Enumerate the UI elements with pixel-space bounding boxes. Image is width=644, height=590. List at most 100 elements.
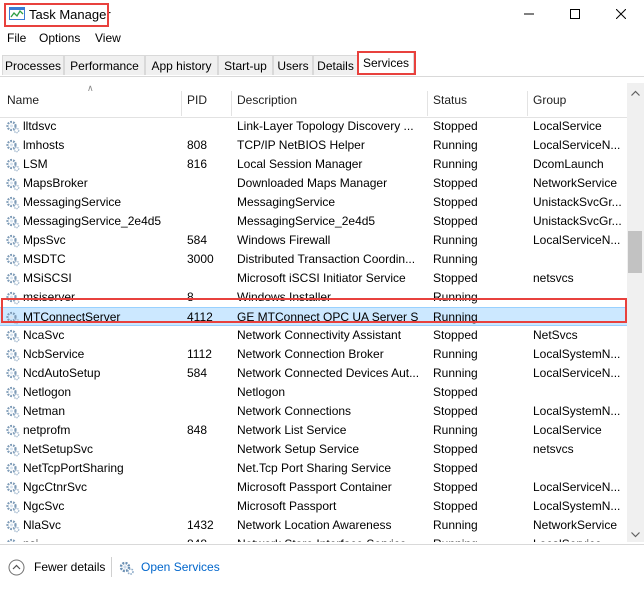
service-gear-icon	[5, 252, 20, 267]
chevron-up-circle-icon[interactable]	[8, 559, 25, 576]
tab-performance[interactable]: Performance	[64, 55, 145, 75]
service-name-cell: NetSetupSvc	[23, 442, 94, 456]
table-row[interactable]: NcbService 1112 Network Connection Broker R…	[0, 345, 627, 364]
description-cell: Local Session Manager	[237, 157, 363, 171]
scroll-down-button[interactable]	[627, 525, 644, 542]
table-row[interactable]: MessagingService_2e4d5 MessagingService_2…	[0, 212, 627, 231]
description-cell: Downloaded Maps Manager	[237, 176, 388, 190]
scroll-thumb[interactable]	[628, 231, 642, 273]
menu-view[interactable]: View	[95, 31, 121, 45]
table-row[interactable]: Netman Network Connections Stopped LocalSys…	[0, 402, 627, 421]
group-cell: netsvcs	[533, 271, 574, 285]
table-row[interactable]: NcdAutoSetup 584 Network Connected Devices…	[0, 364, 627, 383]
service-name-cell: NcbService	[23, 347, 85, 361]
table-row[interactable]: NetSetupSvc Network Setup Service Stopped n…	[0, 440, 627, 459]
column-header-description[interactable]: Description	[237, 93, 297, 107]
table-row[interactable]: LSM 816 Local Session Manager Running DcomLa…	[0, 155, 627, 174]
column-header-pid[interactable]: PID	[187, 93, 207, 107]
status-cell: Stopped	[433, 480, 478, 494]
status-cell: Running	[433, 366, 478, 380]
group-cell: LocalService	[533, 119, 602, 133]
status-cell: Stopped	[433, 404, 478, 418]
group-cell: UnistackSvcGr...	[533, 195, 622, 209]
description-cell: Network Store Interface Service	[237, 537, 419, 542]
table-row[interactable]: MessagingService MessagingService Stopped U…	[0, 193, 627, 212]
table-row[interactable]: NetTcpPortSharing Net.Tcp Port Sharing Se…	[0, 459, 627, 478]
menu-options[interactable]: Options	[39, 31, 80, 45]
service-gear-icon	[5, 119, 20, 134]
fewer-details-link[interactable]: Fewer details	[34, 560, 105, 574]
service-gear-icon	[5, 157, 20, 172]
status-cell: Running	[433, 233, 478, 247]
close-icon	[615, 8, 627, 22]
table-row[interactable]: NlaSvc 1432 Network Location Awareness Runn…	[0, 516, 627, 535]
table-row[interactable]: MpsSvc 584 Windows Firewall Running LocalSer…	[0, 231, 627, 250]
menu-file[interactable]: File	[7, 31, 26, 45]
service-name-cell: MSDTC	[23, 252, 66, 266]
service-name-cell: MapsBroker	[23, 176, 88, 190]
vertical-scrollbar[interactable]	[627, 83, 644, 542]
description-cell: Network List Service	[237, 423, 347, 437]
tab-users[interactable]: Users	[273, 55, 313, 75]
status-cell: Stopped	[433, 461, 478, 475]
table-row[interactable]: lltdsvc Link-Layer Topology Discovery ...…	[0, 117, 627, 136]
tab-details[interactable]: Details	[313, 55, 358, 75]
table-row[interactable]: MSiSCSI Microsoft iSCSI Initiator Service…	[0, 269, 627, 288]
group-cell: LocalService	[533, 537, 625, 542]
service-gear-icon	[5, 195, 20, 210]
group-cell: DcomLaunch	[533, 157, 604, 171]
group-cell: LocalServiceN...	[533, 480, 621, 494]
pid-cell: 816	[187, 157, 208, 171]
pid-cell: 848	[187, 423, 208, 437]
service-gear-icon	[5, 461, 20, 476]
description-cell: Distributed Transaction Coordin...	[237, 252, 416, 266]
table-row[interactable]: NgcCtnrSvc Microsoft Passport Container St…	[0, 478, 627, 497]
status-cell: Stopped	[433, 271, 478, 285]
scroll-up-button[interactable]	[627, 83, 644, 100]
service-name-cell: NgcSvc	[23, 499, 65, 513]
column-header-name[interactable]: Name	[7, 93, 39, 107]
group-cell: LocalServiceN...	[533, 366, 621, 380]
table-row[interactable]: MSDTC 3000 Distributed Transaction Coordin…	[0, 250, 627, 269]
status-cell: Stopped	[433, 328, 478, 342]
pid-cell: 584	[187, 233, 208, 247]
service-name-cell: MpsSvc	[23, 233, 66, 247]
service-name-cell: NlaSvc	[23, 518, 62, 532]
description-cell: TCP/IP NetBIOS Helper	[237, 138, 365, 152]
close-button[interactable]	[598, 0, 644, 30]
description-cell: Link-Layer Topology Discovery ...	[237, 119, 414, 133]
service-gear-icon	[5, 214, 20, 229]
status-cell: Running	[433, 252, 478, 266]
description-cell: Network Location Awareness	[237, 518, 392, 532]
table-row[interactable]: lmhosts 808 TCP/IP NetBIOS Helper Running Lo…	[0, 136, 627, 155]
table-row[interactable]: MapsBroker Downloaded Maps Manager Stopped…	[0, 174, 627, 193]
service-name-cell: lltdsvc	[23, 119, 57, 133]
services-gear-icon[interactable]	[118, 559, 135, 576]
column-header-group[interactable]: Group	[533, 93, 566, 107]
tab-app-history[interactable]: App history	[145, 55, 218, 75]
table-row[interactable]: NcaSvc Network Connectivity Assistant Stop…	[0, 326, 627, 345]
column-header-status[interactable]: Status	[433, 93, 467, 107]
tab-start-up[interactable]: Start-up	[218, 55, 273, 75]
table-row[interactable]: netprofm 848 Network List Service Running Lo…	[0, 421, 627, 440]
maximize-icon	[570, 8, 580, 22]
maximize-button[interactable]	[552, 0, 598, 30]
minimize-button[interactable]	[506, 0, 552, 30]
open-services-link[interactable]: Open Services	[141, 560, 220, 574]
status-cell: Stopped	[433, 119, 478, 133]
table-row[interactable]: nsi 848 Network Store Interface Service Run…	[0, 535, 627, 542]
tab-bar: Processes Performance App history Start-…	[0, 51, 644, 77]
description-cell: Microsoft Passport Container	[237, 480, 392, 494]
service-gear-icon	[5, 233, 20, 248]
service-name-cell: NcdAutoSetup	[23, 366, 101, 380]
status-cell: Running	[433, 138, 478, 152]
service-gear-icon	[5, 138, 20, 153]
description-cell: MessagingService	[237, 195, 336, 209]
tab-processes[interactable]: Processes	[2, 55, 64, 75]
service-gear-icon	[5, 518, 20, 533]
service-gear-icon	[5, 442, 20, 457]
title-bar: Task Manager	[0, 0, 644, 30]
table-row[interactable]: Netlogon Netlogon Stopped	[0, 383, 627, 402]
table-row[interactable]: NgcSvc Microsoft Passport Stopped LocalSyst…	[0, 497, 627, 516]
status-cell: Stopped	[433, 385, 478, 399]
